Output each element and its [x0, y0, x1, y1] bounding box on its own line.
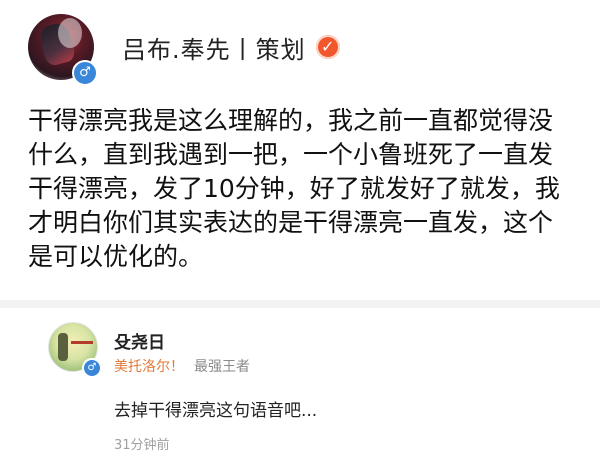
comment-timestamp: 31分钟前 — [114, 438, 170, 453]
male-icon: ♂ — [82, 358, 102, 378]
comment-item: ♂ 殳尧日 美托洛尔！ 最强王者 去掉干得漂亮这句语音吧... 31分钟前 — [0, 308, 600, 469]
commenter-subtitle-primary: 美托洛尔！ — [114, 359, 184, 375]
post-header: ♂ 吕布.奉先丨策划 ✓ — [28, 14, 588, 86]
author-name[interactable]: 吕布.奉先丨策划 — [122, 30, 306, 65]
comment-text: 去掉干得漂亮这句语音吧... — [114, 401, 318, 421]
male-icon: ♂ — [72, 60, 98, 86]
commenter-subtitle: 美托洛尔！ 最强王者 — [114, 356, 250, 376]
verified-badge-icon: ✓ — [315, 35, 340, 59]
commenter-rank: 最强王者 — [194, 359, 250, 375]
commenter-name[interactable]: 殳尧日 — [114, 328, 165, 353]
post-body-text: 干得漂亮我是这么理解的，我之前一直都觉得没什么，直到我遇到一把，一个小鲁班死了一… — [28, 106, 560, 271]
section-divider — [0, 300, 600, 308]
author-name-row: 吕布.奉先丨策划 ✓ — [122, 30, 340, 65]
